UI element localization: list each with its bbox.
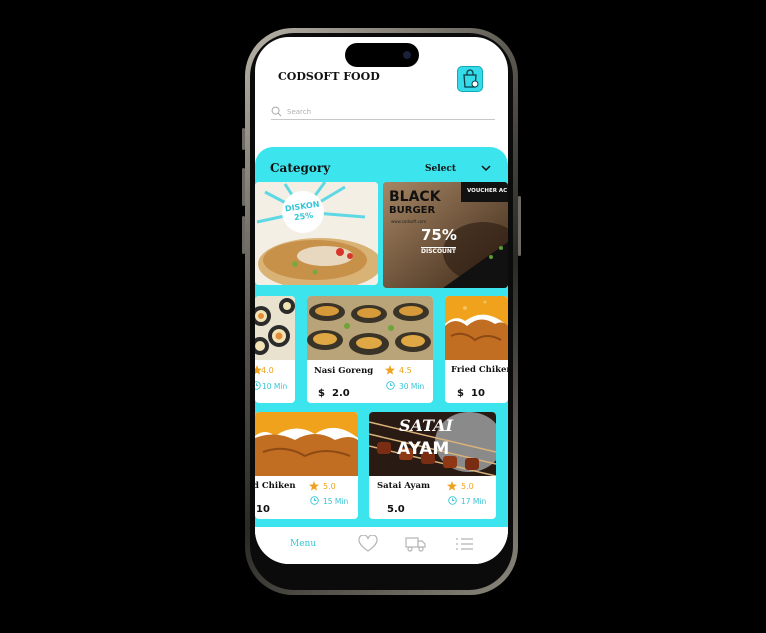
- list-icon[interactable]: [455, 535, 475, 553]
- food-card[interactable]: 4.0 10 Min: [255, 296, 295, 403]
- search-placeholder: Search: [287, 108, 312, 116]
- time-value: 10 Min: [262, 382, 288, 391]
- search-icon: [271, 106, 282, 117]
- time-value: 17 Min: [461, 497, 487, 506]
- category-select[interactable]: Select: [425, 164, 456, 174]
- banner-site: www.codsoft.com: [391, 219, 427, 224]
- truck-icon[interactable]: [405, 535, 427, 553]
- banner-title-line2: BURGER: [389, 205, 436, 216]
- volume-down-button: [242, 216, 245, 254]
- food-name: Nasi Goreng: [314, 366, 374, 376]
- time-value: 15 Min: [323, 497, 349, 506]
- image-text-line1: SATAI: [399, 416, 454, 435]
- banner-discount: DISCOUNT: [421, 247, 457, 255]
- discount-banner[interactable]: DISKON 25%: [255, 182, 378, 285]
- price-value: 2.0: [332, 388, 350, 399]
- food-name: Satai Ayam: [377, 481, 430, 491]
- image-text-line2: AYAM: [397, 439, 450, 459]
- rating-value: 4.0: [261, 366, 274, 375]
- star-icon: [385, 365, 395, 375]
- star-icon: [309, 481, 319, 491]
- clock-icon: [386, 381, 395, 390]
- rating-value: 5.0: [323, 482, 336, 491]
- search-field[interactable]: Search: [271, 105, 495, 120]
- time-value: 30 Min: [399, 382, 425, 391]
- price-symbol: $: [457, 388, 464, 399]
- action-button: [242, 128, 245, 150]
- app-title: CODSOFT FOOD: [278, 70, 380, 83]
- black-burger-banner[interactable]: VOUCHER AC BLACK BURGER www.codsoft.com …: [383, 182, 508, 288]
- food-name: d Chiken: [255, 481, 296, 491]
- volume-up-button: [242, 168, 245, 206]
- power-button: [518, 196, 521, 256]
- price-symbol: $: [318, 388, 325, 399]
- clock-icon: [310, 496, 319, 505]
- content-panel: Category Select DISKON 25% VOUCHER AC BL…: [255, 147, 508, 527]
- heart-icon[interactable]: [358, 535, 378, 553]
- food-card-fried-chiken-2[interactable]: d Chiken 5.0 15 Min 10: [255, 412, 358, 519]
- food-card-fried-chiken[interactable]: Fried Chiken $ 10: [445, 296, 508, 403]
- food-card-satai-ayam[interactable]: SATAI AYAM Satai Ayam 5.0 17 Min 5.0: [369, 412, 496, 519]
- app-screen: CODSOFT FOOD Search Category Select DISK…: [255, 37, 508, 564]
- food-card-nasi-goreng[interactable]: Nasi Goreng 4.5 30 Min $ 2.0: [307, 296, 433, 403]
- food-name: Fried Chiken: [451, 365, 508, 375]
- dynamic-island: [345, 43, 419, 67]
- price-value: 10: [471, 388, 485, 399]
- nav-menu[interactable]: Menu: [290, 539, 316, 549]
- price-value: 5.0: [387, 504, 405, 515]
- voucher-label: VOUCHER AC: [467, 188, 508, 194]
- price-value: 10: [256, 504, 270, 515]
- rating-value: 5.0: [461, 482, 474, 491]
- rating-value: 4.5: [399, 366, 412, 375]
- bottom-nav: Menu: [255, 527, 508, 564]
- star-icon: [447, 481, 457, 491]
- banner-title-line1: BLACK: [389, 189, 441, 205]
- banner-percent: 75%: [421, 226, 457, 244]
- clock-icon: [255, 381, 261, 390]
- category-label: Category: [270, 161, 331, 175]
- chevron-down-icon[interactable]: [481, 164, 491, 172]
- clock-icon: [448, 496, 457, 505]
- shopping-bag-icon[interactable]: [457, 66, 483, 92]
